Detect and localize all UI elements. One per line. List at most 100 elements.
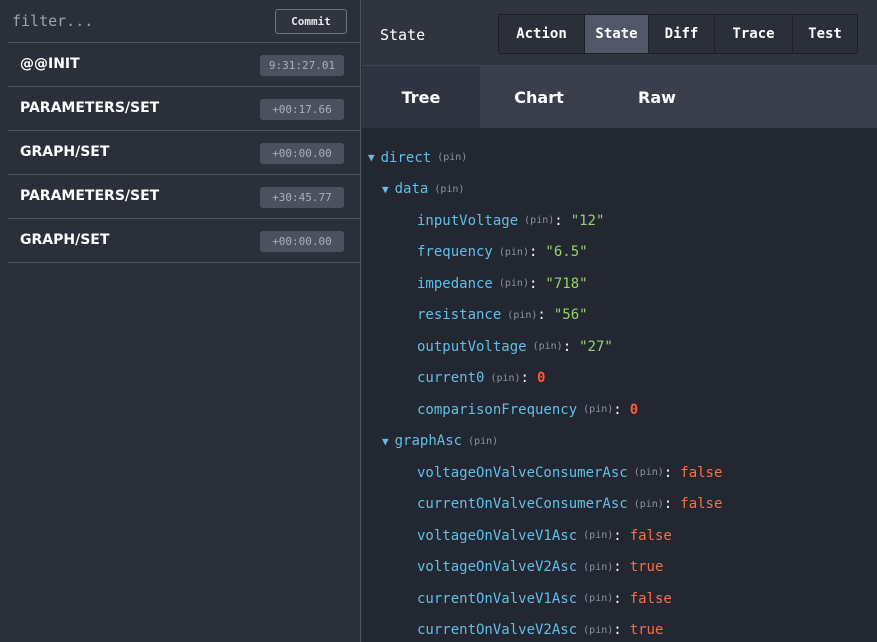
tree-node: outputVoltage (pin): "27" (362, 331, 877, 363)
pin-label[interactable]: (pin) (499, 278, 529, 289)
tree-value: false (680, 464, 723, 481)
devtools-app: Commit @@INIT 9:31:27.01 PARAMETERS/SET … (0, 0, 877, 642)
tab-state[interactable]: State (585, 15, 649, 53)
tree-value: true (629, 622, 664, 639)
pin-label[interactable]: (pin) (468, 436, 498, 447)
pin-label[interactable]: (pin) (583, 404, 613, 415)
tree-node: voltageOnValveV2Asc (pin): true (362, 552, 877, 584)
tree-value: "56" (553, 307, 588, 324)
colon: : (613, 559, 622, 576)
tab-diff[interactable]: Diff (649, 15, 715, 53)
filter-input[interactable] (8, 0, 270, 42)
monitor-panel: State Action State Diff Trace Test Tree … (362, 0, 877, 642)
tree-value: "6.5" (545, 244, 588, 261)
commit-button[interactable]: Commit (275, 9, 347, 34)
action-row[interactable]: PARAMETERS/SET +30:45.77 (8, 175, 360, 219)
expand-arrow-icon[interactable]: ▼ (382, 183, 389, 196)
tree-key: current0 (417, 370, 485, 387)
tree-node: voltageOnValveConsumerAsc (pin): false (362, 457, 877, 489)
colon: : (663, 496, 673, 513)
action-list-panel: Commit @@INIT 9:31:27.01 PARAMETERS/SET … (8, 0, 361, 642)
tree-key: direct (380, 149, 432, 166)
pin-label[interactable]: (pin) (533, 341, 563, 352)
colon: : (613, 401, 622, 418)
action-name: GRAPH/SET (20, 232, 110, 248)
pin-label[interactable]: (pin) (507, 310, 537, 321)
monitor-topbar: State Action State Diff Trace Test (362, 0, 877, 66)
pin-label[interactable]: (pin) (583, 562, 613, 573)
view-subtabs: Tree Chart Raw (362, 66, 877, 128)
tree-node: impedance (pin): "718" (362, 268, 877, 300)
tree-node-expandable[interactable]: ▼ direct (pin) (362, 142, 877, 174)
tree-node-expandable[interactable]: ▼ graphAsc (pin) (362, 426, 877, 458)
tree-value: false (629, 590, 672, 607)
tree-node-expandable[interactable]: ▼ data (pin) (362, 174, 877, 206)
colon: : (537, 307, 546, 324)
action-name: PARAMETERS/SET (20, 188, 160, 204)
pin-label[interactable]: (pin) (583, 625, 613, 636)
subtab-raw[interactable]: Raw (598, 66, 716, 128)
expand-arrow-icon[interactable]: ▼ (382, 435, 389, 448)
tab-action[interactable]: Action (499, 15, 585, 53)
tree-value: "27" (579, 338, 613, 355)
expand-arrow-icon[interactable]: ▼ (368, 151, 375, 164)
pin-label[interactable]: (pin) (634, 467, 664, 478)
colon: : (520, 370, 529, 387)
tree-node: resistance (pin): "56" (362, 300, 877, 332)
action-row[interactable]: GRAPH/SET +00:00.00 (8, 219, 360, 263)
colon: : (663, 464, 673, 481)
pin-label[interactable]: (pin) (437, 152, 467, 163)
pin-label[interactable]: (pin) (524, 215, 554, 226)
tree-key: frequency (417, 244, 493, 261)
colon: : (528, 275, 538, 292)
action-time: +00:00.00 (260, 143, 344, 164)
filter-bar: Commit (8, 0, 360, 43)
tree-key: comparisonFrequency (417, 401, 578, 418)
tree-value: 0 (536, 370, 546, 387)
pin-label[interactable]: (pin) (634, 499, 664, 510)
action-name: @@INIT (20, 56, 80, 72)
action-row[interactable]: PARAMETERS/SET +00:17.66 (8, 87, 360, 131)
colon: : (562, 338, 572, 355)
tree-node: current0 (pin):0 (362, 363, 877, 395)
pin-label[interactable]: (pin) (434, 184, 464, 195)
pin-label[interactable]: (pin) (499, 247, 529, 258)
state-tree: ▼ direct (pin) ▼ data (pin) inputVoltage (pin):… (362, 128, 877, 642)
tree-node: inputVoltage (pin): "12" (362, 205, 877, 237)
subtab-chart[interactable]: Chart (480, 66, 598, 128)
tree-key: voltageOnValveV1Asc (417, 527, 578, 544)
tree-key: inputVoltage (417, 212, 519, 229)
monitor-title: State (380, 26, 426, 44)
action-name: PARAMETERS/SET (20, 100, 160, 116)
pin-label[interactable]: (pin) (583, 593, 613, 604)
tree-value: false (680, 496, 723, 513)
pin-label[interactable]: (pin) (583, 530, 613, 541)
colon: : (613, 527, 622, 544)
action-time: 9:31:27.01 (260, 55, 344, 76)
action-name: GRAPH/SET (20, 144, 110, 160)
tree-value: "718" (545, 275, 588, 292)
tree-key: graphAsc (394, 433, 463, 450)
tree-value: 0 (629, 401, 639, 418)
pin-label[interactable]: (pin) (490, 373, 520, 384)
tree-node: voltageOnValveV1Asc (pin): false (362, 520, 877, 552)
tree-value: "12" (570, 212, 605, 229)
tree-node: comparisonFrequency (pin):0 (362, 394, 877, 426)
tree-key: outputVoltage (417, 338, 527, 355)
subtab-tree[interactable]: Tree (362, 66, 480, 128)
tab-trace[interactable]: Trace (715, 15, 793, 53)
tree-key: currentOnValveConsumerAsc (417, 496, 628, 513)
tab-test[interactable]: Test (793, 15, 857, 53)
action-row[interactable]: @@INIT 9:31:27.01 (8, 43, 360, 87)
tree-node: currentOnValveConsumerAsc (pin): false (362, 489, 877, 521)
action-row[interactable]: GRAPH/SET +00:00.00 (8, 131, 360, 175)
colon: : (528, 244, 538, 261)
tree-key: impedance (417, 275, 493, 292)
tree-node: frequency (pin): "6.5" (362, 237, 877, 269)
monitor-tabs: Action State Diff Trace Test (498, 14, 858, 54)
tree-node: currentOnValveV1Asc (pin): false (362, 583, 877, 615)
tree-key: currentOnValveV1Asc (417, 590, 578, 607)
tree-value: false (629, 527, 672, 544)
tree-node: currentOnValveV2Asc (pin): true (362, 615, 877, 642)
action-time: +00:17.66 (260, 99, 344, 120)
